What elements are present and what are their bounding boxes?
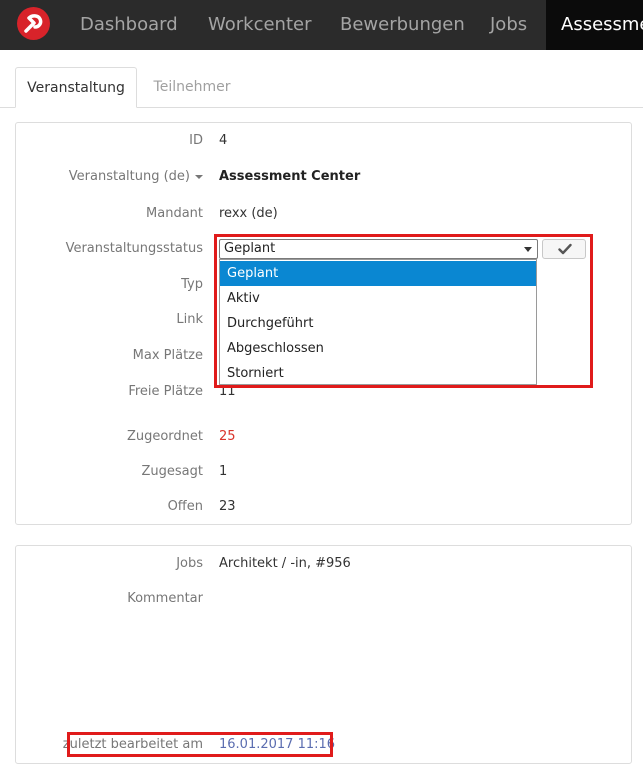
nav-assessment[interactable]: Assessme [546, 0, 643, 50]
logo-icon [24, 14, 43, 33]
last-edited-highlight-box [67, 732, 333, 757]
nav-bewerbungen[interactable]: Bewerbungen [340, 0, 465, 50]
free-places-label: Freie Plätze [128, 384, 203, 399]
nav-dashboard[interactable]: Dashboard [80, 0, 178, 50]
open-value: 23 [219, 499, 236, 514]
event-label: Veranstaltung (de) [68, 169, 190, 184]
top-navigation: Dashboard Workcenter Bewerbungen Jobs As… [0, 0, 643, 50]
confirmed-label: Zugesagt [141, 464, 203, 479]
jobs-value: Architekt / -in, #956 [219, 556, 351, 571]
id-label: ID [189, 133, 203, 148]
status-highlight-box [214, 234, 593, 388]
event-language-selector[interactable]: Veranstaltung (de) [3, 169, 203, 184]
caret-down-icon [195, 174, 203, 179]
comment-label: Kommentar [127, 591, 203, 606]
max-places-label: Max Plätze [132, 348, 203, 363]
app-logo[interactable] [17, 7, 50, 40]
confirmed-value: 1 [219, 464, 228, 479]
jobs-label: Jobs [176, 556, 203, 571]
tab-veranstaltung[interactable]: Veranstaltung [15, 67, 137, 108]
typ-label: Typ [181, 277, 203, 292]
nav-workcenter[interactable]: Workcenter [208, 0, 312, 50]
assigned-label: Zugeordnet [126, 429, 203, 444]
link-label: Link [176, 312, 203, 327]
id-value: 4 [219, 133, 228, 148]
mandant-value: rexx (de) [219, 206, 278, 221]
open-label: Offen [167, 499, 203, 514]
status-label: Veranstaltungsstatus [65, 241, 203, 256]
nav-jobs[interactable]: Jobs [490, 0, 527, 50]
tab-teilnehmer[interactable]: Teilnehmer [137, 67, 247, 108]
assigned-value[interactable]: 25 [219, 429, 236, 444]
mandant-label: Mandant [146, 206, 203, 221]
event-value: Assessment Center [219, 169, 361, 184]
